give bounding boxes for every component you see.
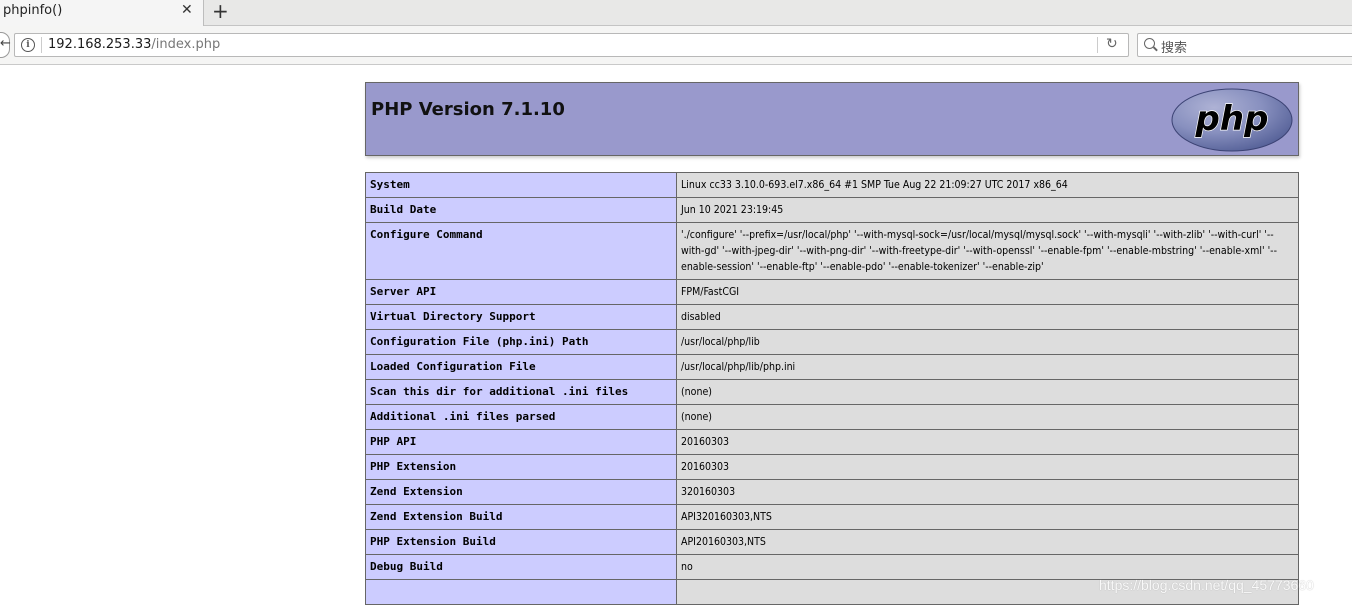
divider [41, 37, 42, 53]
table-row: Additional .ini files parsed (none) [365, 404, 1299, 430]
row-key: Zend Extension Build [365, 504, 677, 530]
row-value: './configure' '--prefix=/usr/local/php' … [676, 222, 1299, 280]
close-tab-icon[interactable]: ✕ [181, 2, 193, 18]
nav-bar: ← i 192.168.253.33/index.php ↻ 搜索 [0, 26, 1352, 65]
row-key: Loaded Configuration File [365, 354, 677, 380]
back-arrow-icon: ← [0, 36, 11, 51]
row-key [365, 579, 677, 605]
table-row: Zend Extension Build API320160303,NTS [365, 504, 1299, 530]
row-key: PHP Extension Build [365, 529, 677, 555]
tab-bar: phpinfo() ✕ + [0, 0, 1352, 26]
row-value: /usr/local/php/lib [676, 329, 1299, 355]
table-row: Zend Extension 320160303 [365, 479, 1299, 505]
row-value: Linux cc33 3.10.0-693.el7.x86_64 #1 SMP … [676, 172, 1299, 198]
table-row: Debug Build no [365, 554, 1299, 580]
divider [1097, 37, 1098, 53]
url-path: /index.php [151, 37, 221, 52]
row-key: Configuration File (php.ini) Path [365, 329, 677, 355]
row-key: PHP Extension [365, 454, 677, 480]
row-key: Virtual Directory Support [365, 304, 677, 330]
table-row: System Linux cc33 3.10.0-693.el7.x86_64 #… [365, 172, 1299, 198]
url-text[interactable]: 192.168.253.33/index.php [48, 37, 220, 52]
url-host: 192.168.253.33 [48, 37, 152, 52]
table-row: Virtual Directory Support disabled [365, 304, 1299, 330]
row-key: Configure Command [365, 222, 677, 280]
tab-title: phpinfo() [3, 3, 63, 18]
table-row: Scan this dir for additional .ini files(… [365, 379, 1299, 405]
new-tab-button[interactable]: + [212, 0, 229, 23]
search-placeholder: 搜索 [1161, 41, 1188, 56]
back-button[interactable]: ← [0, 32, 11, 58]
php-logo[interactable]: php [1171, 88, 1293, 152]
table-row: Server API FPM/FastCGI [365, 279, 1299, 305]
row-value: 320160303 [676, 479, 1299, 505]
row-key: Debug Build [365, 554, 677, 580]
row-key: Zend Extension [365, 479, 677, 505]
row-value: FPM/FastCGI [676, 279, 1299, 305]
row-value: (none) [676, 404, 1299, 430]
phpinfo-table: System Linux cc33 3.10.0-693.el7.x86_64 #… [365, 172, 1299, 605]
watermark: https://blog.csdn.net/qq_45773660 [1099, 577, 1314, 593]
row-value: Jun 10 2021 23:19:45 [676, 197, 1299, 223]
reload-icon[interactable]: ↻ [1106, 36, 1118, 52]
row-key: Scan this dir for additional .ini files [365, 379, 677, 405]
search-bar[interactable]: 搜索 [1137, 33, 1352, 57]
table-row: PHP API 20160303 [365, 429, 1299, 455]
table-row: Configure Command './configure' '--prefix… [365, 222, 1299, 280]
table-row: PHP Extension 20160303 [365, 454, 1299, 480]
row-value: API20160303,NTS [676, 529, 1299, 555]
row-value: /usr/local/php/lib/php.ini [676, 354, 1299, 380]
row-key: System [365, 172, 677, 198]
table-row: Loaded Configuration File/usr/local/php/… [365, 354, 1299, 380]
address-bar[interactable]: i 192.168.253.33/index.php ↻ [14, 33, 1129, 57]
row-key: Additional .ini files parsed [365, 404, 677, 430]
table-row: Build Date Jun 10 2021 23:19:45 [365, 197, 1299, 223]
table-row: Configuration File (php.ini) Path/usr/lo… [365, 329, 1299, 355]
site-info-icon[interactable]: i [21, 38, 35, 52]
php-version-header: PHP Version 7.1.10 php [365, 82, 1299, 156]
row-key: Build Date [365, 197, 677, 223]
row-value: (none) [676, 379, 1299, 405]
row-key: PHP API [365, 429, 677, 455]
search-icon [1144, 38, 1155, 49]
php-logo-text: php [1195, 99, 1269, 139]
row-value: API320160303,NTS [676, 504, 1299, 530]
row-key: Server API [365, 279, 677, 305]
page-title: PHP Version 7.1.10 [371, 99, 565, 120]
table-row: PHP Extension Build API20160303,NTS [365, 529, 1299, 555]
row-value: no [676, 554, 1299, 580]
browser-tab[interactable]: phpinfo() ✕ [0, 0, 204, 26]
row-value: 20160303 [676, 429, 1299, 455]
row-value: 20160303 [676, 454, 1299, 480]
row-value: disabled [676, 304, 1299, 330]
